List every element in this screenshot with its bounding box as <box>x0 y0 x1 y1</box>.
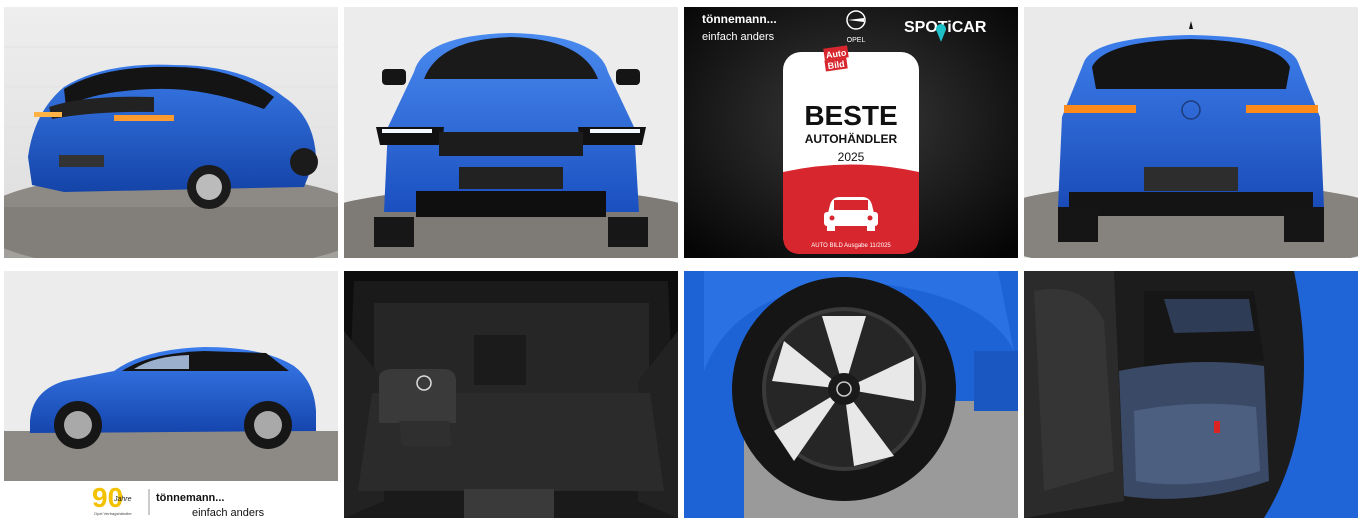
gallery-image-side-profile[interactable]: 90 Jahre Opel Vertragshändler tönnemann.… <box>4 271 338 518</box>
award-dealer-slogan: einfach anders <box>702 31 775 43</box>
award-title: BESTE <box>804 100 897 131</box>
anniversary-word: Jahre <box>113 496 132 503</box>
partner-text: Opel Vertragshändler <box>94 511 132 516</box>
gallery-image-dealer-award[interactable]: tönnemann... einfach anders OPEL SPOTiCA… <box>684 7 1018 258</box>
dealer-logo-name: tönnemann... <box>156 492 224 504</box>
charging-cable-bag <box>379 369 456 423</box>
award-subtitle: AUTOHÄNDLER <box>805 131 898 146</box>
image-gallery: tönnemann... einfach anders OPEL SPOTiCA… <box>0 0 1365 518</box>
car-icon <box>824 197 878 231</box>
brand-label: OPEL <box>847 37 866 44</box>
gallery-image-trunk[interactable] <box>344 271 678 518</box>
award-year: 2025 <box>838 150 865 164</box>
award-footnote: AUTO BILD Ausgabe 11/2025 <box>811 243 891 249</box>
gallery-image-wheel[interactable] <box>684 271 1018 518</box>
gallery-image-rear-seats[interactable] <box>1024 271 1358 518</box>
dealer-logo-slogan: einfach anders <box>192 507 265 518</box>
award-dealer-name: tönnemann... <box>702 12 777 26</box>
gallery-image-rear-three-quarter[interactable] <box>4 7 338 258</box>
gallery-image-front[interactable] <box>344 7 678 258</box>
gallery-image-rear[interactable] <box>1024 7 1358 258</box>
